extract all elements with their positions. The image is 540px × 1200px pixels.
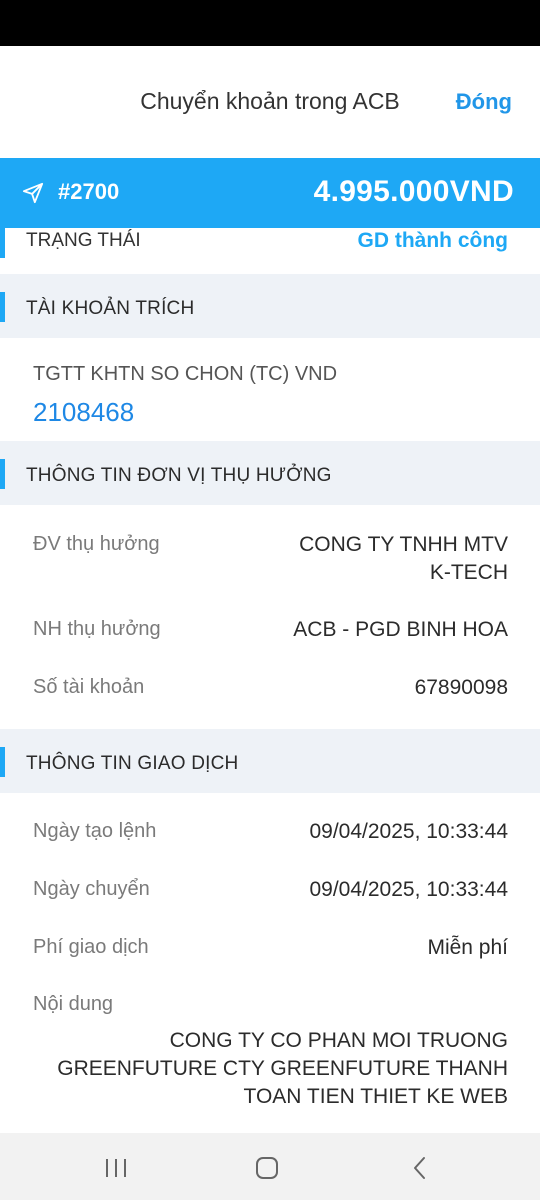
beneficiary-bank-label: NH thụ hưởng bbox=[33, 618, 161, 640]
transaction-amount: 4.995.000VND bbox=[314, 175, 514, 209]
beneficiary-bank-value: ACB - PGD BINH HOA bbox=[293, 618, 508, 641]
fee-label: Phí giao dịch bbox=[33, 936, 149, 958]
content-line3: TOAN TIEN THIET KE WEB bbox=[243, 1085, 509, 1108]
beneficiary-account-label: Số tài khoản bbox=[33, 676, 145, 698]
content-line2: GREENFUTURE CTY GREENFUTURE THANH bbox=[57, 1057, 508, 1080]
beneficiary-unit-line1: CONG TY TNHH MTV bbox=[299, 533, 508, 556]
content-value: CONG TY CO PHAN MOI TRUONG GREENFUTURE C… bbox=[30, 1027, 508, 1111]
content-line1: CONG TY CO PHAN MOI TRUONG bbox=[169, 1029, 508, 1052]
beneficiary-unit-line2: K-TECH bbox=[429, 561, 508, 584]
section-title: TÀI KHOẢN TRÍCH bbox=[26, 298, 195, 319]
close-button[interactable]: Đóng bbox=[456, 89, 512, 115]
section-title: THÔNG TIN GIAO DỊCH bbox=[26, 753, 239, 774]
system-nav-bar bbox=[0, 1133, 540, 1200]
section-transaction: THÔNG TIN GIAO DỊCH bbox=[0, 729, 540, 793]
section-source-account: TÀI KHOẢN TRÍCH bbox=[0, 274, 540, 338]
transfer-date-label: Ngày chuyển bbox=[33, 878, 150, 900]
status-label: TRẠNG THÁI bbox=[26, 230, 141, 251]
section-title: THÔNG TIN ĐƠN VỊ THỤ HƯỞNG bbox=[26, 465, 332, 486]
send-icon bbox=[22, 182, 44, 204]
content-label: Nội dung bbox=[33, 993, 114, 1015]
beneficiary-account-value: 67890098 bbox=[414, 676, 508, 699]
amount-value: 4.995.000 bbox=[313, 175, 450, 208]
transaction-id: #2700 bbox=[58, 179, 120, 204]
home-icon[interactable] bbox=[252, 1153, 282, 1183]
section-accent bbox=[0, 292, 5, 322]
status-value: GD thành công bbox=[357, 229, 509, 252]
created-date-label: Ngày tạo lệnh bbox=[33, 820, 157, 842]
recents-icon[interactable] bbox=[101, 1153, 131, 1183]
status-accent bbox=[0, 228, 5, 258]
source-account-number: 2108468 bbox=[33, 397, 135, 427]
back-icon[interactable] bbox=[405, 1153, 435, 1183]
source-account-name: TGTT KHTN SO CHON (TC) VND bbox=[33, 363, 338, 385]
fee-value: Miễn phí bbox=[427, 936, 508, 959]
status-row: TRẠNG THÁI GD thành công bbox=[0, 228, 540, 274]
beneficiary-unit-label: ĐV thụ hưởng bbox=[33, 533, 160, 555]
header: Chuyển khoản trong ACB Đóng bbox=[0, 46, 540, 158]
beneficiary-unit-value: CONG TY TNHH MTV K-TECH bbox=[299, 531, 508, 587]
section-accent bbox=[0, 459, 5, 489]
status-bar bbox=[0, 0, 540, 46]
amount-banner: #2700 4.995.000VND bbox=[0, 158, 540, 228]
section-accent bbox=[0, 747, 5, 777]
amount-currency: VND bbox=[449, 175, 514, 208]
created-date-value: 09/04/2025, 10:33:44 bbox=[309, 820, 508, 843]
section-beneficiary: THÔNG TIN ĐƠN VỊ THỤ HƯỞNG bbox=[0, 441, 540, 505]
transfer-date-value: 09/04/2025, 10:33:44 bbox=[309, 878, 508, 901]
